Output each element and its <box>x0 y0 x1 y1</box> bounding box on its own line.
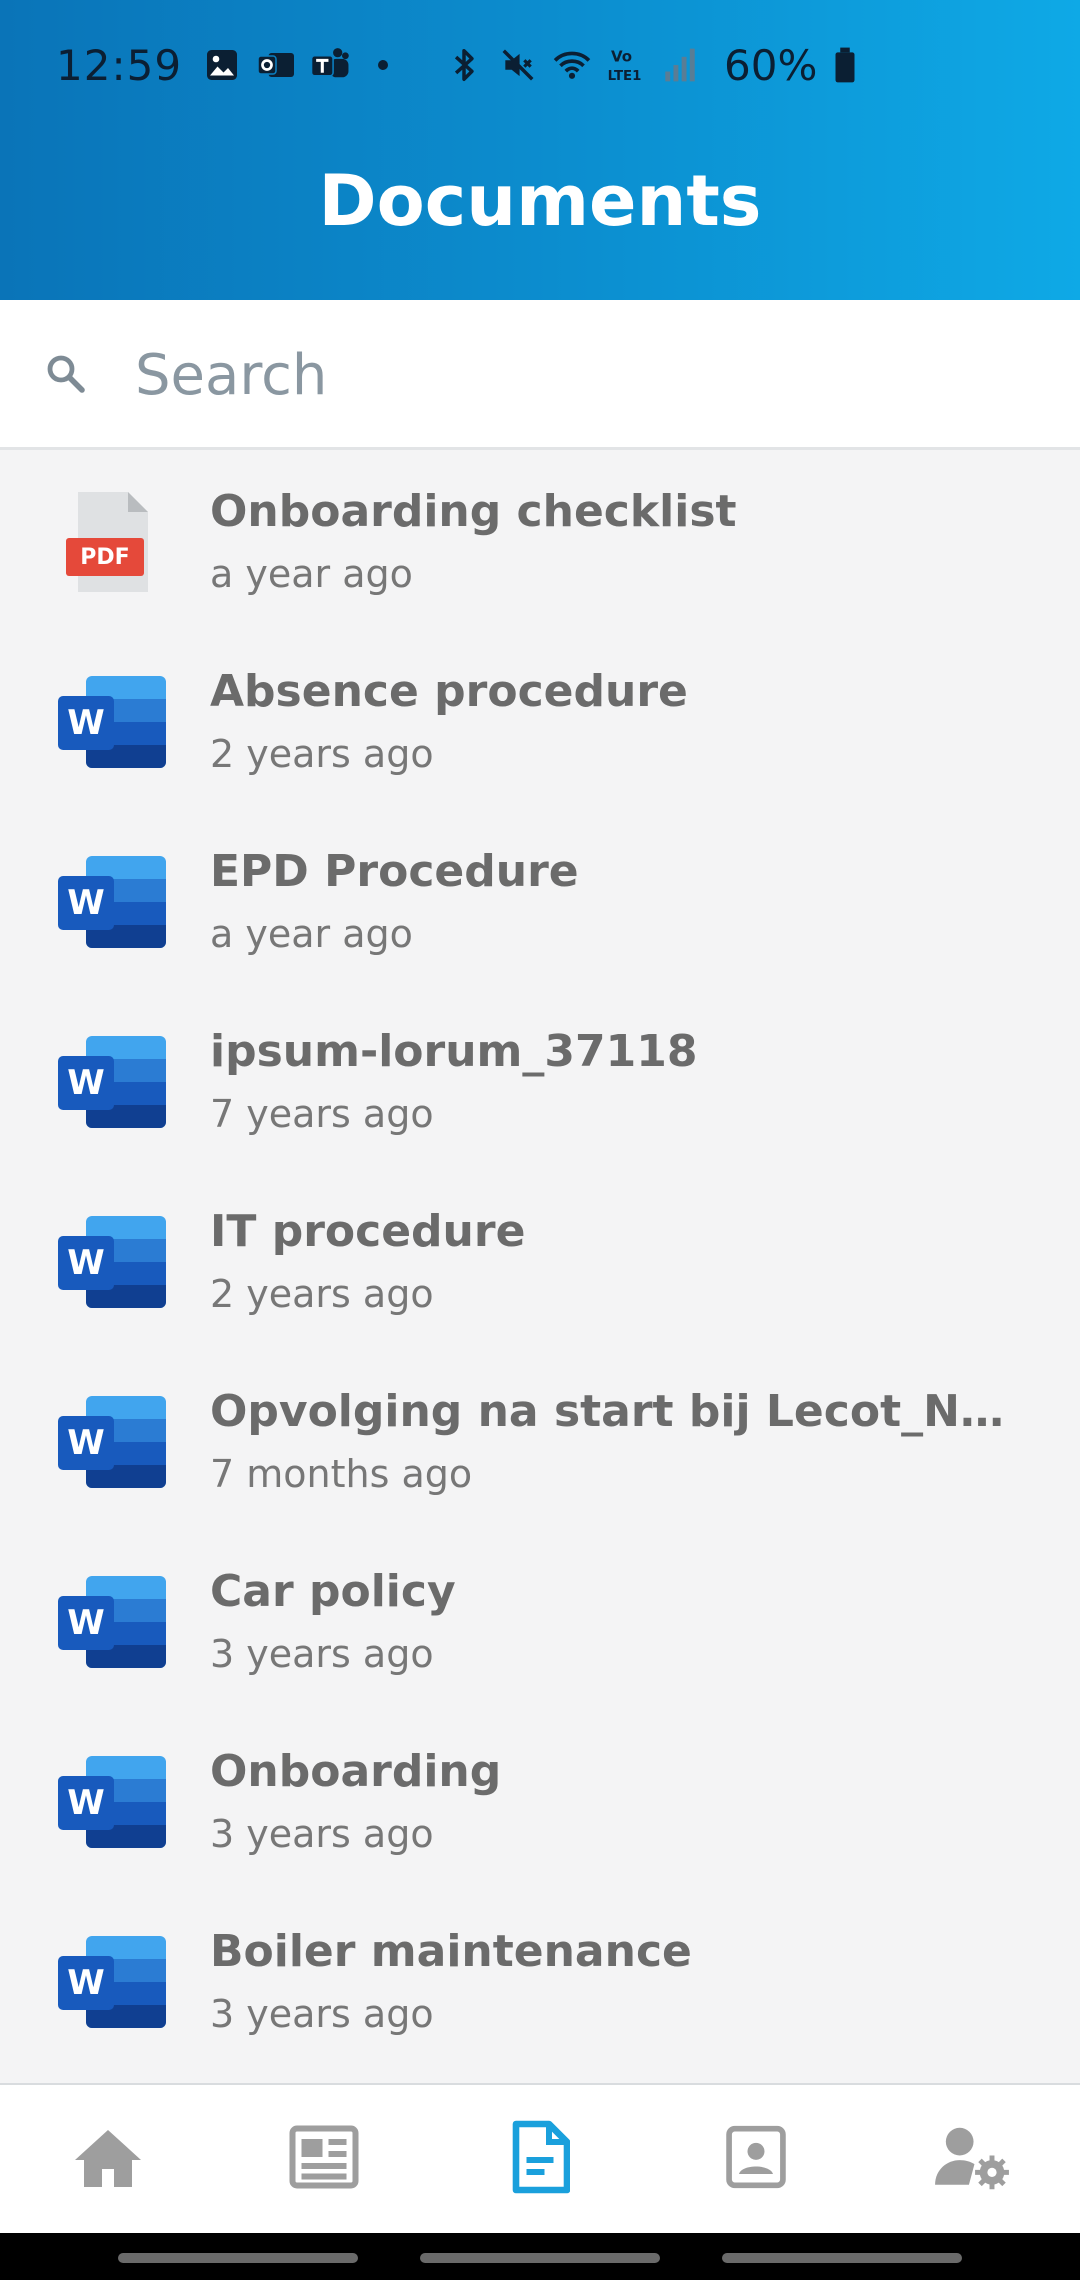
document-title: Onboarding <box>210 1746 502 1797</box>
word-letter: W <box>67 1063 105 1103</box>
search-icon <box>42 350 90 398</box>
volte-icon: Vo LTE1 <box>606 45 646 85</box>
word-letter: W <box>67 1783 105 1823</box>
document-title: Absence procedure <box>210 666 688 717</box>
document-modified-time: 2 years ago <box>210 732 434 776</box>
outlook-icon <box>256 45 296 85</box>
status-right: Vo LTE1 60% <box>444 41 879 90</box>
word-file-icon: W <box>58 1212 168 1312</box>
system-gesture-bar <box>0 2233 1080 2280</box>
user-settings-icon <box>932 2122 1012 2196</box>
document-title: Opvolging na start bij Lecot_N... <box>210 1386 1010 1437</box>
word-letter: W <box>67 883 105 923</box>
status-time: 12:59 <box>56 40 183 90</box>
document-list-item[interactable]: W ipsum-lorum_37118 7 years ago <box>0 992 1080 1172</box>
search-bar[interactable] <box>0 300 1080 450</box>
document-title: Car policy <box>210 1566 456 1617</box>
news-icon <box>288 2124 360 2194</box>
gallery-icon <box>202 45 242 85</box>
word-letter: W <box>67 703 105 743</box>
document-title: Onboarding checklist <box>210 486 737 537</box>
search-input[interactable] <box>135 330 1035 420</box>
nav-home[interactable] <box>68 2119 148 2199</box>
teams-icon <box>310 45 350 85</box>
document-modified-time: a year ago <box>210 912 413 956</box>
battery-percent: 60% <box>724 40 818 90</box>
bottom-navigation <box>0 2083 1080 2233</box>
pdf-badge-label: PDF <box>80 545 129 570</box>
document-list-item[interactable]: W IT procedure 2 years ago <box>0 1172 1080 1352</box>
nav-documents[interactable] <box>500 2119 580 2199</box>
nav-contacts[interactable] <box>716 2119 796 2199</box>
word-file-icon: W <box>58 1392 168 1492</box>
word-letter: W <box>67 1243 105 1283</box>
document-title: IT procedure <box>210 1206 526 1257</box>
gesture-pill-right[interactable] <box>722 2253 962 2263</box>
document-modified-time: 3 years ago <box>210 1632 434 1676</box>
document-modified-time: 2 years ago <box>210 1272 434 1316</box>
document-title: ipsum-lorum_37118 <box>210 1026 698 1077</box>
status-bar: 12:59 Vo LTE1 60% <box>0 0 1080 130</box>
word-file-icon: W <box>58 1752 168 1852</box>
battery-icon <box>825 45 865 85</box>
word-letter: W <box>67 1963 105 2003</box>
document-modified-time: a year ago <box>210 552 413 596</box>
document-list-item[interactable]: W EPD Procedure a year ago <box>0 812 1080 992</box>
document-list: PDF Onboarding checklist a year ago W Ab… <box>0 452 1080 2072</box>
app-header: 12:59 Vo LTE1 60% Documents <box>0 0 1080 300</box>
document-modified-time: 7 years ago <box>210 1092 434 1136</box>
gesture-pill-left[interactable] <box>118 2253 358 2263</box>
document-modified-time: 3 years ago <box>210 1812 434 1856</box>
svg-text:Vo: Vo <box>611 48 632 66</box>
document-icon <box>510 2120 571 2198</box>
gesture-pill-center[interactable] <box>420 2253 660 2263</box>
bluetooth-icon <box>444 45 484 85</box>
pdf-file-icon: PDF <box>58 492 168 592</box>
word-file-icon: W <box>58 852 168 952</box>
word-file-icon: W <box>58 1572 168 1672</box>
notification-dot <box>378 60 389 70</box>
document-modified-time: 3 years ago <box>210 1992 434 2036</box>
document-list-item[interactable]: W Car policy 3 years ago <box>0 1532 1080 1712</box>
mute-icon <box>498 45 538 85</box>
wifi-icon <box>552 45 592 85</box>
word-letter: W <box>67 1423 105 1463</box>
document-list-item[interactable]: W Boiler maintenance 3 years ago <box>0 1892 1080 2072</box>
contact-card-icon <box>723 2123 789 2195</box>
document-modified-time: 7 months ago <box>210 1452 473 1496</box>
document-title: EPD Procedure <box>210 846 579 897</box>
home-icon <box>72 2124 144 2194</box>
page-title: Documents <box>318 160 762 242</box>
nav-news[interactable] <box>284 2119 364 2199</box>
word-letter: W <box>67 1603 105 1643</box>
document-list-item[interactable]: W Onboarding 3 years ago <box>0 1712 1080 1892</box>
svg-text:LTE1: LTE1 <box>608 69 642 84</box>
word-file-icon: W <box>58 672 168 772</box>
document-list-item[interactable]: W Absence procedure 2 years ago <box>0 632 1080 812</box>
document-list-item[interactable]: W Opvolging na start bij Lecot_N... 7 mo… <box>0 1352 1080 1532</box>
signal-icon <box>660 45 700 85</box>
document-list-item[interactable]: PDF Onboarding checklist a year ago <box>0 452 1080 632</box>
word-file-icon: W <box>58 1932 168 2032</box>
nav-user-settings[interactable] <box>932 2119 1012 2199</box>
document-title: Boiler maintenance <box>210 1926 692 1977</box>
word-file-icon: W <box>58 1032 168 1132</box>
